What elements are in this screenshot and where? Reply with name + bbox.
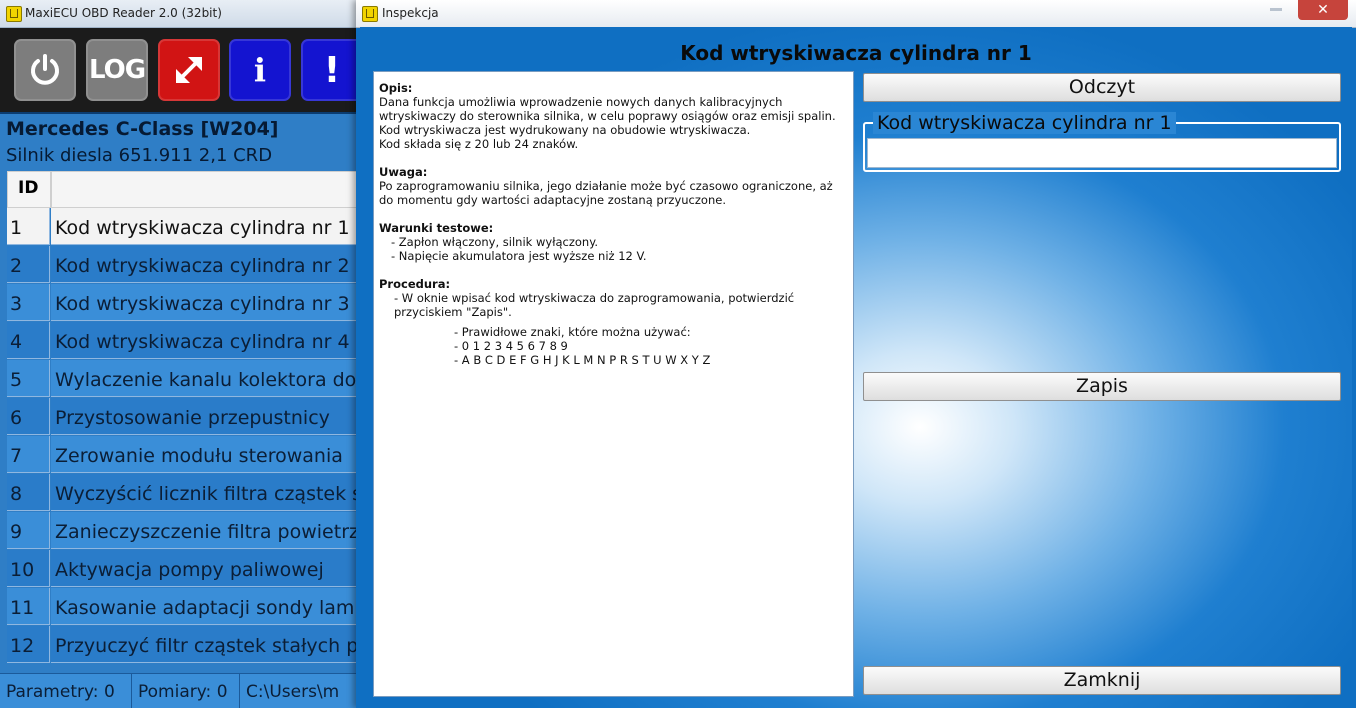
opis-line-2: Kod wtryskiwacza jest wydrukowany na obu… (379, 123, 751, 137)
expand-arrows-icon (176, 57, 202, 83)
table-row[interactable]: 6 Przystosowanie przepustnicy (7, 398, 360, 436)
status-path: C:\Users\m (246, 682, 340, 702)
row-id: 1 (7, 208, 50, 245)
row-function-name: Wylaczenie kanalu kolektora dolo (51, 360, 360, 397)
row-function-name: Przyuczyć filtr cząstek stałych po (51, 626, 360, 663)
row-function-name: Kasowanie adaptacji sondy lamb (51, 588, 360, 625)
close-button[interactable]: Zamknij (863, 666, 1341, 695)
table-row[interactable]: 10 Aktywacja pompy paliwowej (7, 550, 360, 588)
procedura-step-2: - Prawidłowe znaki, które można używać: (454, 325, 691, 339)
procedura-step-3: - 0 1 2 3 4 5 6 7 8 9 (454, 339, 568, 353)
row-function-name: Kod wtryskiwacza cylindra nr 2 (51, 246, 360, 283)
row-id: 3 (7, 284, 50, 321)
warunki-title: Warunki testowe: (379, 221, 494, 235)
warunki-item-1: - Zapłon włączony, silnik wyłączony. (391, 235, 599, 249)
table-row[interactable]: 7 Zerowanie modułu sterowania (7, 436, 360, 474)
column-header-id[interactable]: ID (7, 171, 51, 208)
injector-code-group: Kod wtryskiwacza cylindra nr 1 (863, 112, 1341, 172)
row-id: 12 (7, 626, 50, 663)
vehicle-model: Mercedes C-Class [W204] (6, 118, 279, 140)
row-id: 7 (7, 436, 50, 473)
table-row[interactable]: 2 Kod wtryskiwacza cylindra nr 2 (7, 246, 360, 284)
uwaga-text: Po zaprogramowaniu silnika, jego działan… (379, 179, 833, 207)
row-function-name: Przystosowanie przepustnicy (51, 398, 360, 435)
procedura-step-4: - A B C D E F G H J K L M N P R S T U W … (454, 353, 711, 367)
log-button[interactable]: LOG (86, 39, 148, 101)
procedura-step-1: - W oknie wpisać kod wtryskiwacza do zap… (394, 291, 795, 319)
dialog-app-icon (362, 6, 378, 22)
table-row[interactable]: 1 Kod wtryskiwacza cylindra nr 1 (7, 208, 360, 246)
close-window-button[interactable]: ✕ (1298, 0, 1348, 20)
warunki-item-2: - Napięcie akumulatora jest wyższe niż 1… (391, 249, 647, 263)
table-row[interactable]: 4 Kod wtryskiwacza cylindra nr 4 (7, 322, 360, 360)
table-row[interactable]: 8 Wyczyścić licznik filtra cząstek st (7, 474, 360, 512)
minimize-icon[interactable] (1270, 8, 1282, 11)
opis-line-3: Kod składa się z 20 lub 24 znaków. (379, 137, 579, 151)
row-id: 11 (7, 588, 50, 625)
uwaga-title: Uwaga: (379, 165, 428, 179)
main-titlebar: MaxiECU OBD Reader 2.0 (32bit) (0, 0, 360, 28)
row-function-name: Aktywacja pompy paliwowej (51, 550, 360, 587)
app-icon (6, 6, 22, 22)
status-measurements: Pomiary: 0 (132, 674, 240, 708)
opis-line-1: Dana funkcja umożliwia wprowadzenie nowy… (379, 95, 836, 123)
row-function-name: Zerowanie modułu sterowania (51, 436, 360, 473)
row-id: 5 (7, 360, 50, 397)
opis-title: Opis: (379, 81, 413, 95)
vehicle-engine: Silnik diesla 651.911 2,1 CRD (6, 145, 273, 166)
column-header-name[interactable] (51, 171, 360, 208)
table-row[interactable]: 5 Wylaczenie kanalu kolektora dolo (7, 360, 360, 398)
dialog-heading: Kod wtryskiwacza cylindra nr 1 (680, 41, 1032, 65)
row-id: 2 (7, 246, 50, 283)
power-icon (31, 54, 59, 85)
status-params: Parametry: 0 (0, 674, 132, 708)
read-button[interactable]: Odczyt (863, 73, 1341, 102)
row-function-name: Kod wtryskiwacza cylindra nr 4 (51, 322, 360, 359)
row-id: 4 (7, 322, 50, 359)
table-row[interactable]: 3 Kod wtryskiwacza cylindra nr 3 (7, 284, 360, 322)
row-id: 10 (7, 550, 50, 587)
row-id: 9 (7, 512, 50, 549)
info-button[interactable]: i (229, 39, 291, 101)
row-function-name: Zanieczyszczenie filtra powietrza (51, 512, 360, 549)
row-id: 6 (7, 398, 50, 435)
status-bar: Parametry: 0 Pomiary: 0 C:\Users\m (0, 673, 360, 708)
description-panel: Opis: Dana funkcja umożliwia wprowadzeni… (373, 71, 854, 697)
dialog-titlebar: Inspekcja ✕ (356, 0, 1356, 28)
power-button[interactable] (14, 39, 76, 101)
alert-button[interactable]: ! (301, 39, 360, 101)
main-window-title: MaxiECU OBD Reader 2.0 (32bit) (25, 6, 222, 20)
main-window: MaxiECU OBD Reader 2.0 (32bit) LOG i ! M… (0, 0, 360, 708)
injector-code-input[interactable] (867, 138, 1337, 168)
inspection-dialog: Inspekcja ✕ Kod wtryskiwacza cylindra nr… (356, 0, 1356, 708)
save-button[interactable]: Zapis (863, 372, 1341, 401)
table-row[interactable]: 11 Kasowanie adaptacji sondy lamb (7, 588, 360, 626)
injector-code-label: Kod wtryskiwacza cylindra nr 1 (873, 112, 1176, 134)
row-function-name: Wyczyścić licznik filtra cząstek st (51, 474, 360, 511)
table-row[interactable]: 9 Zanieczyszczenie filtra powietrza (7, 512, 360, 550)
dialog-title: Inspekcja (382, 6, 439, 20)
row-id: 8 (7, 474, 50, 511)
procedura-title: Procedura: (379, 277, 451, 291)
dialog-body: Kod wtryskiwacza cylindra nr 1 Opis: Dan… (360, 27, 1352, 708)
expand-button[interactable] (158, 39, 220, 101)
main-toolbar: LOG i ! (0, 28, 360, 114)
row-function-name: Kod wtryskiwacza cylindra nr 1 (51, 208, 360, 245)
table-row[interactable]: 12 Przyuczyć filtr cząstek stałych po (7, 626, 360, 664)
row-function-name: Kod wtryskiwacza cylindra nr 3 (51, 284, 360, 321)
